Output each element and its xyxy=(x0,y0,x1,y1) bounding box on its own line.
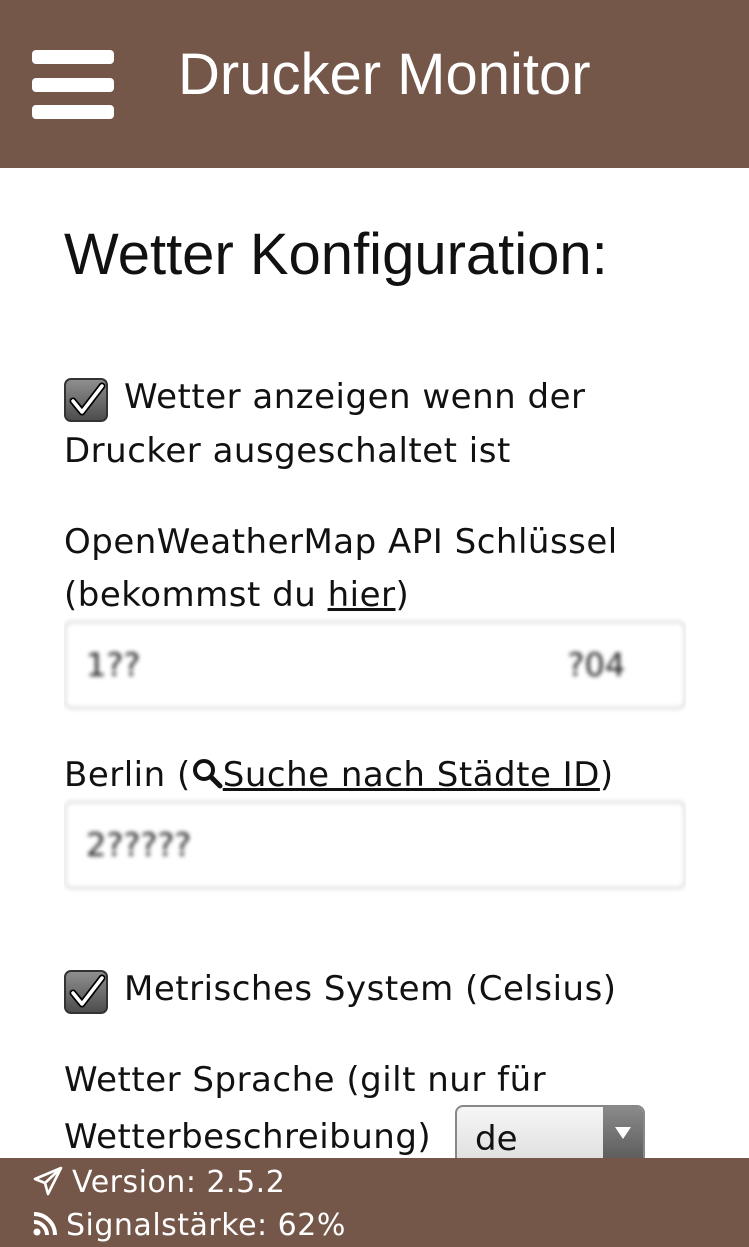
search-icon xyxy=(192,758,223,788)
metric-checkbox[interactable] xyxy=(64,970,108,1014)
page-title: Wetter Konfiguration: xyxy=(64,222,608,287)
city-label-prefix: Berlin ( xyxy=(64,755,191,795)
chevron-down-icon xyxy=(615,1127,631,1139)
signal-row: Signalstärke: 62% xyxy=(32,1206,346,1246)
city-label: Berlin ( Suche nach Städte ID) xyxy=(64,748,614,802)
api-key-input[interactable] xyxy=(64,621,686,709)
checkmark-icon xyxy=(69,382,106,416)
language-label-line2: Wetterbeschreibung) xyxy=(64,1117,432,1157)
city-id-input[interactable] xyxy=(64,801,686,889)
language-select[interactable]: de xyxy=(455,1105,645,1158)
language-label: Wetter Sprache (gilt nur für xyxy=(64,1060,547,1100)
city-label-suffix: ) xyxy=(599,755,614,795)
main-content: Wetter Konfiguration: Wetter anzeigen we… xyxy=(64,168,686,1158)
app-title: Drucker Monitor xyxy=(178,42,591,107)
version-row: Version: 2.5.2 xyxy=(32,1163,285,1203)
show-weather-label: Wetter anzeigen wenn der xyxy=(124,377,586,417)
show-weather-checkbox[interactable] xyxy=(64,378,108,422)
city-search-link[interactable]: Suche nach Städte ID xyxy=(223,755,600,795)
api-key-label-prefix: (bekommst du xyxy=(64,575,328,615)
paper-plane-icon xyxy=(33,1166,63,1195)
api-key-label: OpenWeatherMap API Schlüssel xyxy=(64,522,618,562)
checkmark-icon xyxy=(69,974,106,1008)
dropdown-arrow xyxy=(603,1107,643,1158)
api-key-label-suffix: ) xyxy=(395,575,410,615)
app-header: Drucker Monitor xyxy=(0,0,749,168)
rss-icon xyxy=(33,1211,57,1235)
language-select-value: de xyxy=(475,1119,518,1158)
app-footer: Version: 2.5.2 Signalstärke: 62% xyxy=(0,1158,749,1247)
version-text: Version: 2.5.2 xyxy=(72,1165,286,1200)
api-key-label-line2: (bekommst du hier) xyxy=(64,568,409,622)
show-weather-label-line2: Drucker ausgeschaltet ist xyxy=(64,431,511,471)
api-key-link[interactable]: hier xyxy=(328,575,396,615)
metric-label: Metrisches System (Celsius) xyxy=(124,969,617,1009)
hamburger-menu-icon[interactable] xyxy=(32,50,114,120)
signal-text: Signalstärke: 62% xyxy=(66,1208,346,1243)
